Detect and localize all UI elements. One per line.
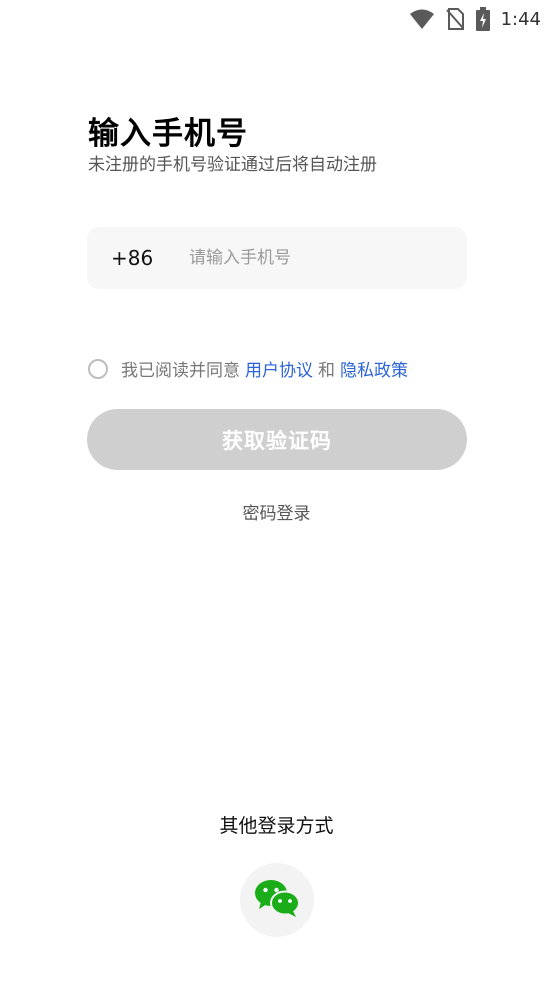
- status-icons: 1:44: [409, 6, 541, 32]
- password-login-link[interactable]: 密码登录: [0, 499, 553, 524]
- agree-checkbox[interactable]: [88, 358, 108, 379]
- clock: 1:44: [500, 8, 541, 30]
- phone-number-input[interactable]: [187, 247, 441, 269]
- other-login-title: 其他登录方式: [219, 815, 334, 837]
- agreement-prefix: 我已阅读并同意: [121, 361, 240, 381]
- agreement-and: 和: [318, 361, 335, 381]
- country-code-selector[interactable]: +86: [111, 246, 187, 270]
- battery-charging-icon: [475, 7, 491, 31]
- agreement-row: 我已阅读并同意 用户协议 和 隐私政策: [87, 356, 408, 381]
- status-bar: 1:44: [0, 0, 553, 38]
- no-sim-icon: [445, 7, 465, 31]
- get-code-button[interactable]: 获取验证码: [87, 409, 467, 470]
- wifi-icon: [409, 8, 435, 30]
- page-title: 输入手机号: [88, 116, 248, 152]
- page-subtitle: 未注册的手机号验证通过后将自动注册: [88, 155, 377, 175]
- privacy-policy-link[interactable]: 隐私政策: [340, 356, 408, 381]
- wechat-login-button[interactable]: [240, 863, 314, 937]
- wechat-icon: [253, 878, 301, 922]
- phone-field-container: +86: [87, 227, 467, 289]
- user-agreement-link[interactable]: 用户协议: [245, 356, 313, 381]
